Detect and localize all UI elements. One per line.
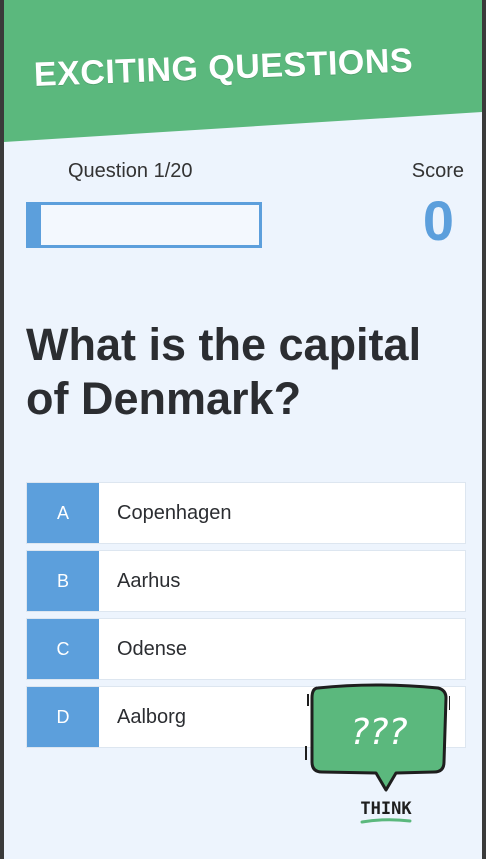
sticker-caption: THINK: [360, 799, 412, 819]
sticker-bubble-text: ???: [350, 712, 407, 753]
answer-text: Odense: [117, 637, 188, 660]
answer-text: Copenhagen: [117, 501, 232, 524]
answer-letter: C: [27, 619, 99, 679]
think-sticker-icon: ??? THINK: [305, 683, 450, 824]
progress-fill: [29, 205, 41, 245]
answer-option-c[interactable]: C Odense: [26, 618, 466, 680]
answer-option-a[interactable]: A Copenhagen: [26, 482, 466, 544]
answer-letter: B: [27, 551, 99, 611]
question-counter: Question 1/20: [68, 160, 193, 182]
answer-letter: A: [27, 483, 99, 543]
answer-text: Aarhus: [117, 569, 181, 592]
answer-letter: D: [27, 687, 99, 747]
answer-option-b[interactable]: B Aarhus: [26, 550, 466, 612]
answer-text: Aalborg: [117, 705, 186, 728]
score-value: 0: [422, 189, 454, 252]
question-text: What is the capital of Denmark?: [26, 319, 422, 424]
progress-bar: [26, 202, 262, 248]
quiz-screen: EXCITING QUESTIONS Question 1/20 Score 0…: [4, 0, 482, 859]
score-label: Score: [411, 160, 464, 182]
